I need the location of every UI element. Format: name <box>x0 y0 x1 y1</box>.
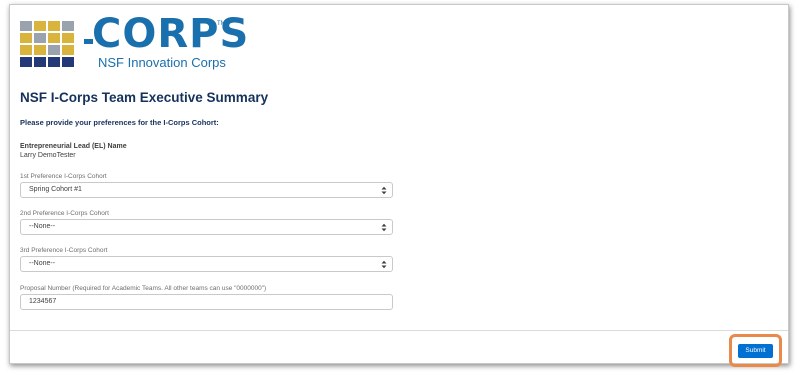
select-arrows-icon <box>381 223 387 232</box>
select-arrows-icon <box>381 260 387 269</box>
logo-wordmark: CORPS <box>92 11 250 57</box>
form-window: CORPS TM NSF Innovation Corps NSF I-Corp… <box>9 4 789 367</box>
el-name-value: Larry DemoTester <box>20 152 76 159</box>
pref2-select[interactable]: --None-- <box>20 219 393 235</box>
select-arrows-icon <box>381 186 387 195</box>
pref3-label: 3rd Preference I-Corps Cohort <box>20 247 108 254</box>
proposal-number-input[interactable]: 1234567 <box>20 294 393 310</box>
pref3-select[interactable]: --None-- <box>20 256 393 272</box>
submit-button[interactable]: Submit <box>738 344 773 358</box>
el-name-label: Entrepreneurial Lead (EL) Name <box>20 143 127 150</box>
page-title: NSF I-Corps Team Executive Summary <box>20 90 269 105</box>
pref1-label: 1st Preference I-Corps Cohort <box>20 173 107 180</box>
logo-grid-icon <box>20 21 74 67</box>
submit-highlight: Submit <box>729 334 782 367</box>
page-subtitle: Please provide your preferences for the … <box>20 118 219 127</box>
pref2-value: --None-- <box>29 223 56 230</box>
proposal-number-value: 1234567 <box>29 298 57 305</box>
pref1-value: Spring Cohort #1 <box>29 186 82 193</box>
pref1-select[interactable]: Spring Cohort #1 <box>20 182 393 198</box>
icorps-logo: CORPS TM NSF Innovation Corps <box>20 11 248 73</box>
pref2-label: 2nd Preference I-Corps Cohort <box>20 210 109 217</box>
logo-subtitle: NSF Innovation Corps <box>98 55 226 70</box>
proposal-number-label: Proposal Number (Required for Academic T… <box>20 285 267 292</box>
logo-trademark: TM <box>217 21 226 27</box>
pref3-value: --None-- <box>29 260 56 267</box>
footer-divider <box>10 330 788 331</box>
